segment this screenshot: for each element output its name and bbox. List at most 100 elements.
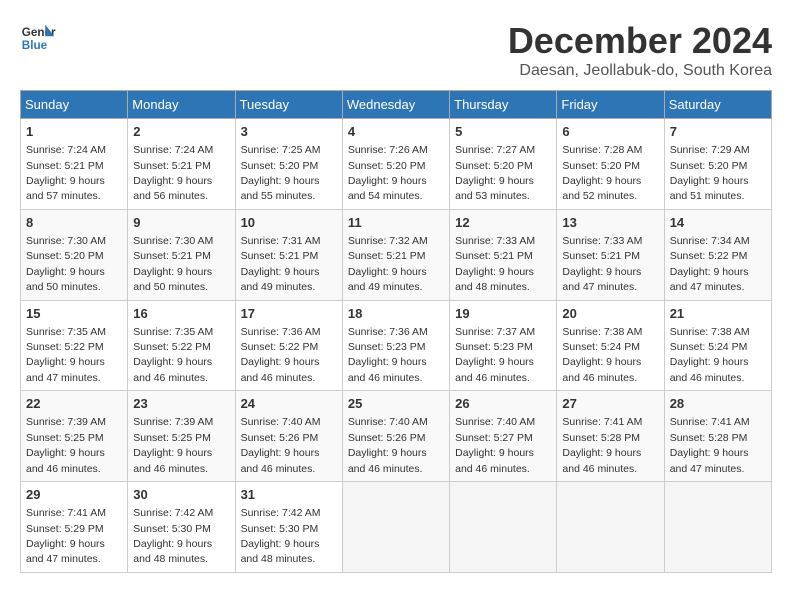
location-title: Daesan, Jeollabuk-do, South Korea [508, 62, 772, 80]
day-detail: Sunrise: 7:34 AM Sunset: 5:22 PM Dayligh… [670, 235, 750, 293]
day-detail: Sunrise: 7:41 AM Sunset: 5:28 PM Dayligh… [562, 416, 642, 474]
day-number: 6 [562, 123, 658, 141]
day-detail: Sunrise: 7:42 AM Sunset: 5:30 PM Dayligh… [133, 507, 213, 565]
weekday-header-friday: Friday [557, 91, 664, 119]
day-number: 30 [133, 486, 229, 504]
day-number: 16 [133, 305, 229, 323]
day-cell-13: 13Sunrise: 7:33 AM Sunset: 5:21 PM Dayli… [557, 209, 664, 300]
day-cell-2: 2Sunrise: 7:24 AM Sunset: 5:21 PM Daylig… [128, 119, 235, 210]
day-cell-10: 10 Sunrise: 7:31 AM Sunset: 5:21 PM Dayli… [235, 209, 342, 300]
logo: General Blue [20, 20, 56, 56]
day-detail: Sunrise: 7:40 AM Sunset: 5:26 PM Dayligh… [241, 416, 321, 474]
day-cell-7: 7 Sunrise: 7:29 AM Sunset: 5:20 PM Daylig… [664, 119, 771, 210]
day-cell-14: 14 Sunrise: 7:34 AM Sunset: 5:22 PM Dayli… [664, 209, 771, 300]
day-cell-23: 23Sunrise: 7:39 AM Sunset: 5:25 PM Dayli… [128, 391, 235, 482]
day-number: 28 [670, 395, 766, 413]
day-cell-1: 1 Sunrise: 7:24 AM Sunset: 5:21 PM Daylig… [21, 119, 128, 210]
day-cell-30: 30 Sunrise: 7:42 AM Sunset: 5:30 PM Dayli… [128, 482, 235, 573]
day-detail: Sunrise: 7:35 AM Sunset: 5:22 PM Dayligh… [26, 326, 106, 384]
day-number: 3 [241, 123, 337, 141]
day-detail: Sunrise: 7:40 AM Sunset: 5:27 PM Dayligh… [455, 416, 535, 474]
weekday-header-wednesday: Wednesday [342, 91, 449, 119]
day-number: 27 [562, 395, 658, 413]
day-number: 8 [26, 214, 122, 232]
day-detail: Sunrise: 7:41 AM Sunset: 5:29 PM Dayligh… [26, 507, 106, 565]
day-number: 25 [348, 395, 444, 413]
day-cell-26: 26 Sunrise: 7:40 AM Sunset: 5:27 PM Dayli… [450, 391, 557, 482]
calendar-table: SundayMondayTuesdayWednesdayThursdayFrid… [20, 90, 772, 573]
week-row-5: 29 Sunrise: 7:41 AM Sunset: 5:29 PM Dayli… [21, 482, 772, 573]
weekday-header-tuesday: Tuesday [235, 91, 342, 119]
day-number: 20 [562, 305, 658, 323]
day-number: 1 [26, 123, 122, 141]
weekday-header-monday: Monday [128, 91, 235, 119]
day-number: 15 [26, 305, 122, 323]
day-detail: Sunrise: 7:28 AM Sunset: 5:20 PM Dayligh… [562, 144, 642, 202]
day-detail: Sunrise: 7:33 AM Sunset: 5:21 PM Dayligh… [455, 235, 535, 293]
day-number: 18 [348, 305, 444, 323]
logo-icon: General Blue [20, 20, 56, 56]
day-cell-20: 20 Sunrise: 7:38 AM Sunset: 5:24 PM Dayli… [557, 300, 664, 391]
svg-text:Blue: Blue [22, 39, 48, 52]
day-detail: Sunrise: 7:38 AM Sunset: 5:24 PM Dayligh… [562, 326, 642, 384]
day-detail: Sunrise: 7:30 AM Sunset: 5:20 PM Dayligh… [26, 235, 106, 293]
week-row-4: 22 Sunrise: 7:39 AM Sunset: 5:25 PM Dayli… [21, 391, 772, 482]
day-detail: Sunrise: 7:24 AM Sunset: 5:21 PM Dayligh… [26, 144, 106, 202]
week-row-1: 1 Sunrise: 7:24 AM Sunset: 5:21 PM Daylig… [21, 119, 772, 210]
day-detail: Sunrise: 7:27 AM Sunset: 5:20 PM Dayligh… [455, 144, 535, 202]
day-detail: Sunrise: 7:31 AM Sunset: 5:21 PM Dayligh… [241, 235, 321, 293]
day-detail: Sunrise: 7:38 AM Sunset: 5:24 PM Dayligh… [670, 326, 750, 384]
day-number: 29 [26, 486, 122, 504]
day-detail: Sunrise: 7:39 AM Sunset: 5:25 PM Dayligh… [133, 416, 213, 474]
day-number: 26 [455, 395, 551, 413]
day-number: 11 [348, 214, 444, 232]
day-detail: Sunrise: 7:32 AM Sunset: 5:21 PM Dayligh… [348, 235, 428, 293]
day-cell-3: 3Sunrise: 7:25 AM Sunset: 5:20 PM Daylig… [235, 119, 342, 210]
day-cell-29: 29 Sunrise: 7:41 AM Sunset: 5:29 PM Dayli… [21, 482, 128, 573]
month-title: December 2024 [508, 20, 772, 62]
day-cell-24: 24 Sunrise: 7:40 AM Sunset: 5:26 PM Dayli… [235, 391, 342, 482]
day-cell-27: 27 Sunrise: 7:41 AM Sunset: 5:28 PM Dayli… [557, 391, 664, 482]
empty-cell [342, 482, 449, 573]
day-cell-17: 17 Sunrise: 7:36 AM Sunset: 5:22 PM Dayli… [235, 300, 342, 391]
day-number: 31 [241, 486, 337, 504]
day-detail: Sunrise: 7:35 AM Sunset: 5:22 PM Dayligh… [133, 326, 213, 384]
day-detail: Sunrise: 7:36 AM Sunset: 5:23 PM Dayligh… [348, 326, 428, 384]
day-cell-15: 15 Sunrise: 7:35 AM Sunset: 5:22 PM Dayli… [21, 300, 128, 391]
day-detail: Sunrise: 7:29 AM Sunset: 5:20 PM Dayligh… [670, 144, 750, 202]
day-number: 22 [26, 395, 122, 413]
day-detail: Sunrise: 7:36 AM Sunset: 5:22 PM Dayligh… [241, 326, 321, 384]
day-number: 4 [348, 123, 444, 141]
day-number: 7 [670, 123, 766, 141]
day-number: 13 [562, 214, 658, 232]
week-row-2: 8 Sunrise: 7:30 AM Sunset: 5:20 PM Daylig… [21, 209, 772, 300]
day-detail: Sunrise: 7:26 AM Sunset: 5:20 PM Dayligh… [348, 144, 428, 202]
day-number: 17 [241, 305, 337, 323]
day-cell-25: 25 Sunrise: 7:40 AM Sunset: 5:26 PM Dayli… [342, 391, 449, 482]
day-detail: Sunrise: 7:40 AM Sunset: 5:26 PM Dayligh… [348, 416, 428, 474]
day-cell-6: 6 Sunrise: 7:28 AM Sunset: 5:20 PM Daylig… [557, 119, 664, 210]
day-detail: Sunrise: 7:37 AM Sunset: 5:23 PM Dayligh… [455, 326, 535, 384]
day-detail: Sunrise: 7:30 AM Sunset: 5:21 PM Dayligh… [133, 235, 213, 293]
page-header: General Blue December 2024 Daesan, Jeoll… [20, 20, 772, 80]
day-number: 12 [455, 214, 551, 232]
day-number: 10 [241, 214, 337, 232]
day-detail: Sunrise: 7:24 AM Sunset: 5:21 PM Dayligh… [133, 144, 213, 202]
day-detail: Sunrise: 7:39 AM Sunset: 5:25 PM Dayligh… [26, 416, 106, 474]
day-number: 19 [455, 305, 551, 323]
empty-cell [557, 482, 664, 573]
day-cell-5: 5 Sunrise: 7:27 AM Sunset: 5:20 PM Daylig… [450, 119, 557, 210]
day-number: 9 [133, 214, 229, 232]
empty-cell [664, 482, 771, 573]
day-cell-21: 21Sunrise: 7:38 AM Sunset: 5:24 PM Dayli… [664, 300, 771, 391]
day-cell-9: 9 Sunrise: 7:30 AM Sunset: 5:21 PM Daylig… [128, 209, 235, 300]
day-number: 5 [455, 123, 551, 141]
weekday-header-row: SundayMondayTuesdayWednesdayThursdayFrid… [21, 91, 772, 119]
day-number: 14 [670, 214, 766, 232]
day-cell-12: 12 Sunrise: 7:33 AM Sunset: 5:21 PM Dayli… [450, 209, 557, 300]
day-number: 24 [241, 395, 337, 413]
day-detail: Sunrise: 7:42 AM Sunset: 5:30 PM Dayligh… [241, 507, 321, 565]
day-cell-28: 28Sunrise: 7:41 AM Sunset: 5:28 PM Dayli… [664, 391, 771, 482]
day-cell-11: 11 Sunrise: 7:32 AM Sunset: 5:21 PM Dayli… [342, 209, 449, 300]
day-cell-16: 16 Sunrise: 7:35 AM Sunset: 5:22 PM Dayli… [128, 300, 235, 391]
